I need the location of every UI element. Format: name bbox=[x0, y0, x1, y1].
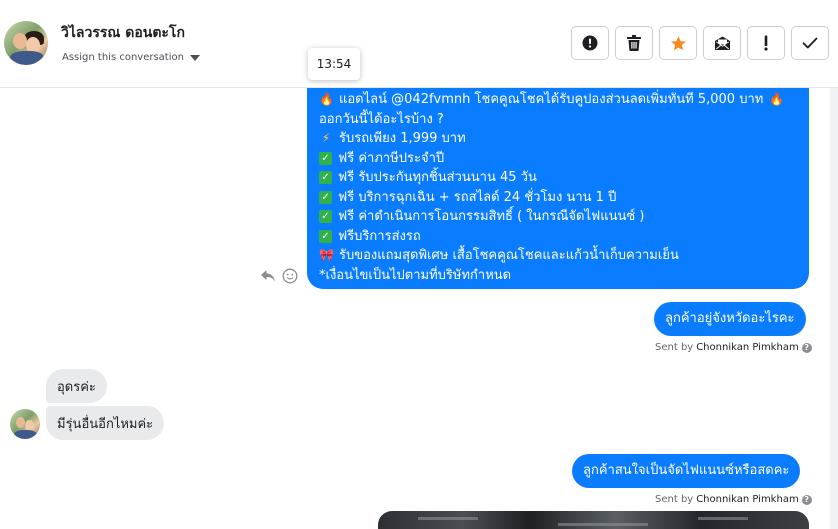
message-line: ✓ ฟรี บริการฉุกเฉิน + รถสไลด์ 24 ชั่วโมง … bbox=[319, 188, 797, 208]
check-mark-emoji-icon: ✓ bbox=[319, 151, 332, 165]
conversation-header: วิไลวรรณ ดอนตะโก Assign this conversatio… bbox=[0, 0, 838, 88]
outgoing-message[interactable]: ลูกค้าสนใจเป็นจัดไฟแนนซ์หรือสดคะ bbox=[572, 454, 801, 488]
mark-unread-button[interactable] bbox=[703, 26, 741, 60]
help-icon[interactable]: ? bbox=[801, 494, 812, 505]
sent-by-label: Sent by bbox=[655, 342, 694, 353]
check-mark-emoji-icon: ✓ bbox=[319, 171, 332, 185]
incoming-message[interactable]: อุดรค่ะ bbox=[46, 369, 107, 403]
message-line: ✓ ฟรีบริการส่งรถ bbox=[319, 227, 797, 247]
message-text: ฟรี บริการฉุกเฉิน + รถสไลด์ 24 ชั่วโมง น… bbox=[338, 189, 617, 205]
incoming-message[interactable]: มีรุ่นอื่นอีกไหมค่ะ bbox=[46, 406, 165, 440]
delete-button[interactable] bbox=[615, 26, 653, 60]
message-line: ✓ ฟรี รับประกันทุกชิ้นส่วนนาน 45 วัน bbox=[319, 168, 797, 188]
message-line: ⚡ รับรถเพียง 1,999 บาท bbox=[319, 129, 797, 149]
exclamation-icon bbox=[764, 35, 768, 51]
star-button[interactable] bbox=[659, 26, 697, 60]
outgoing-image-attachment[interactable] bbox=[378, 511, 809, 529]
sent-by-line: Sent by Chonnikan Pimkham ? bbox=[655, 342, 812, 353]
contact-avatar[interactable] bbox=[4, 21, 48, 65]
trash-icon bbox=[627, 35, 641, 51]
follow-up-button[interactable] bbox=[747, 26, 785, 60]
help-icon[interactable]: ? bbox=[801, 342, 812, 353]
ribbon-emoji-icon: 🎀 bbox=[319, 248, 334, 262]
sent-by-agent: Chonnikan Pimkham bbox=[696, 494, 799, 505]
conversation-view: วิไลวรรณ ดอนตะโก Assign this conversatio… bbox=[0, 0, 838, 529]
check-mark-emoji-icon: ✓ bbox=[319, 229, 332, 243]
message-text: ฟรี รับประกันทุกชิ้นส่วนนาน 45 วัน bbox=[338, 170, 537, 185]
check-icon bbox=[802, 37, 818, 49]
message-text: ฟรี ค่าดำเนินการโอนกรรมสิทธิ์ ( ในกรณีจั… bbox=[338, 209, 645, 224]
message-line: 🔥 แอดไลน์ @042fvmnh โชคคูณโชคได้รับคูปองส… bbox=[319, 90, 797, 110]
reply-icon[interactable] bbox=[260, 269, 276, 283]
assign-conversation-dropdown[interactable]: Assign this conversation bbox=[62, 52, 200, 63]
outgoing-message[interactable]: ลูกค้าอยู่จังหวัดอะไรคะ bbox=[654, 302, 806, 336]
sender-avatar[interactable] bbox=[10, 409, 40, 439]
lightning-emoji-icon: ⚡ bbox=[321, 131, 331, 145]
message-text: ฟรี ค่าภาษีประจำปี bbox=[338, 150, 445, 166]
check-mark-emoji-icon: ✓ bbox=[319, 190, 332, 204]
message-line: 🎀 รับของแถมสุดพิเศษ เสื้อโชคคูณโชคและแก้ว… bbox=[319, 246, 797, 266]
message-text: ฟรีบริการส่งรถ bbox=[338, 228, 421, 244]
contact-name[interactable]: วิไลวรรณ ดอนตะโก bbox=[61, 22, 185, 44]
sent-by-agent: Chonnikan Pimkham bbox=[696, 342, 799, 353]
check-mark-emoji-icon: ✓ bbox=[319, 210, 332, 224]
done-button[interactable] bbox=[791, 26, 829, 60]
message-text: แอดไลน์ @042fvmnh โชคคูณโชคได้รับคูปองส่… bbox=[339, 92, 764, 107]
sent-by-label: Sent by bbox=[655, 494, 694, 505]
message-line: ✓ ฟรี ค่าดำเนินการโอนกรรมสิทธิ์ ( ในกรณีจ… bbox=[319, 207, 797, 227]
envelope-icon bbox=[714, 36, 730, 50]
alert-circle-icon bbox=[582, 35, 598, 51]
assign-label: Assign this conversation bbox=[62, 52, 184, 63]
message-line: *เงื่อนไขเป็นไปตามที่บริษัทกำหนด bbox=[319, 267, 512, 283]
fire-emoji-icon: 🔥 bbox=[769, 92, 785, 106]
message-list[interactable]: 🔥 แอดไลน์ @042fvmnh โชคคูณโชคได้รับคูปองส… bbox=[0, 88, 838, 529]
sent-by-line: Sent by Chonnikan Pimkham ? bbox=[655, 494, 812, 505]
message-text: รับรถเพียง 1,999 บาท bbox=[339, 131, 466, 146]
conversation-actions bbox=[571, 26, 829, 60]
message-line: ออกวันนี้ได้อะไรบ้าง ? bbox=[319, 111, 444, 127]
star-icon bbox=[670, 35, 686, 50]
caret-down-icon bbox=[189, 54, 200, 61]
message-tools bbox=[260, 268, 298, 284]
outgoing-message-promo[interactable]: 🔥 แอดไลน์ @042fvmnh โชคคูณโชคได้รับคูปองส… bbox=[307, 88, 809, 289]
mark-spam-button[interactable] bbox=[571, 26, 609, 60]
message-time-tooltip: 13:54 bbox=[308, 48, 360, 80]
emoji-reaction-icon[interactable] bbox=[282, 268, 298, 284]
scrollbar[interactable] bbox=[830, 88, 838, 529]
fire-emoji-icon: 🔥 bbox=[319, 92, 334, 106]
message-text: รับของแถมสุดพิเศษ เสื้อโชคคูณโชคและแก้วน… bbox=[339, 248, 679, 263]
message-line: ✓ ฟรี ค่าภาษีประจำปี bbox=[319, 149, 797, 169]
